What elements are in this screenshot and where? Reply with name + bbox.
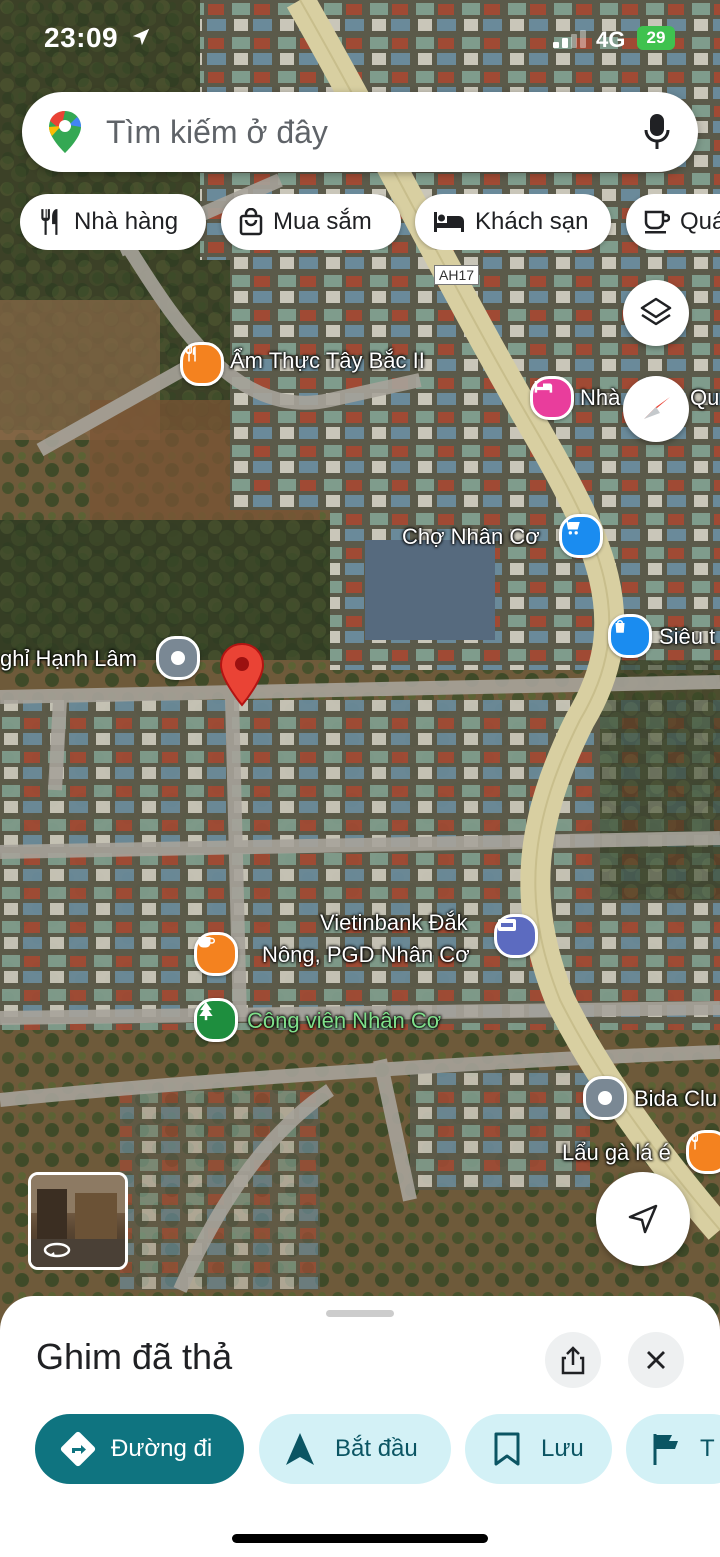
dot-icon [598,1091,612,1105]
sheet-title: Ghim đã thả [36,1336,233,1377]
generic-poi-icon[interactable] [156,636,200,680]
start-label: Bắt đầu [335,1435,418,1462]
place-label-bida[interactable]: Bida Clu [634,1086,717,1112]
hotel-bed-icon [433,211,465,233]
start-button[interactable]: Bắt đầu [259,1414,451,1484]
search-bar[interactable]: Tìm kiếm ở đây [22,92,698,172]
network-type: 4G [596,27,626,52]
status-bar: 23:09 4G 29 [0,0,720,80]
restaurant-icon [38,208,64,236]
shopping-bag-icon [239,208,263,236]
place-label-lau-ga[interactable]: Lẩu gà lá é [562,1140,671,1166]
dot-icon [171,651,185,665]
chip-restaurants[interactable]: Nhà hàng [20,194,206,250]
dropped-pin-icon[interactable] [218,642,266,708]
chip-label: Quá [680,208,720,235]
place-label-am-thuc[interactable]: Ẩm Thực Tây Bắc II [230,348,425,374]
bank-poi-icon[interactable] [494,914,538,958]
park-tree-icon[interactable] [194,998,238,1042]
chip-label: Khách sạn [475,208,589,235]
navigation-arrow-icon [628,1204,658,1234]
supermarket-poi-icon[interactable] [608,614,652,658]
my-location-button[interactable] [596,1172,690,1266]
hotel-poi-icon[interactable] [530,376,574,420]
shopping-cart-poi-icon[interactable] [559,514,603,558]
coffee-icon [644,209,670,235]
place-label-cong-vien[interactable]: Công viên Nhân Cơ [247,1008,441,1034]
chip-cafes[interactable]: Quá [626,194,720,250]
bottom-sheet[interactable]: Ghim đã thả Đường đi Bắt đầu Lưu T [0,1296,720,1557]
rotate-360-icon [43,1242,71,1258]
location-arrow-icon [132,28,150,46]
chip-label: Mua sắm [273,208,372,235]
place-label-nha-nghi-tail: Qu [690,385,720,410]
compass-icon [644,397,670,419]
more-action-button[interactable]: T [626,1414,720,1484]
directions-icon [59,1430,97,1468]
place-label-vietinbank-line1[interactable]: Vietinbank Đắk [320,910,468,936]
close-button[interactable] [628,1332,684,1388]
search-placeholder[interactable]: Tìm kiếm ở đây [106,114,328,151]
directions-button[interactable]: Đường đi [35,1414,244,1484]
layers-icon [640,297,672,326]
compass-button[interactable] [623,376,689,442]
save-label: Lưu [541,1435,584,1462]
bookmark-icon [493,1432,521,1466]
sheet-drag-handle[interactable] [326,1310,394,1317]
place-label-vietinbank-line2[interactable]: Nông, PGD Nhân Cơ [262,942,470,968]
category-chips: Nhà hàng Mua sắm Khách sạn Quá [20,194,720,250]
chip-shopping[interactable]: Mua sắm [221,194,401,250]
layers-button[interactable] [623,280,689,346]
google-maps-pin-icon [49,111,81,153]
status-time: 23:09 [44,22,119,53]
chip-label: Nhà hàng [74,208,179,235]
signal-icon [553,30,586,48]
directions-label: Đường đi [111,1435,213,1462]
place-label-hanh-lam[interactable]: ghỉ Hạnh Lâm [0,646,137,672]
bida-poi-icon[interactable] [583,1076,627,1120]
flag-icon [652,1432,682,1466]
battery-level: 29 [646,28,666,47]
more-action-label: T [700,1435,715,1462]
save-button[interactable]: Lưu [465,1414,612,1484]
restaurant-poi-icon-2[interactable] [686,1130,720,1174]
close-icon [647,1351,665,1369]
battery-indicator: 29 [637,26,675,50]
street-view-thumbnail[interactable] [28,1172,128,1270]
share-button[interactable] [545,1332,601,1388]
restaurant-poi-icon[interactable] [180,342,224,386]
share-icon [561,1346,585,1375]
place-label-cho[interactable]: Chợ Nhân Cơ [402,524,540,550]
place-label-nha-nghi[interactable]: Nhà [580,385,620,411]
home-indicator[interactable] [232,1534,488,1543]
mic-icon[interactable] [642,112,672,152]
road-sign-ah17: AH17 [434,265,480,285]
cafe-poi-icon[interactable] [194,932,238,976]
place-label-sieu-thi[interactable]: Siêu t [659,624,715,650]
navigation-arrow-icon [285,1432,315,1466]
chip-hotels[interactable]: Khách sạn [415,194,611,250]
